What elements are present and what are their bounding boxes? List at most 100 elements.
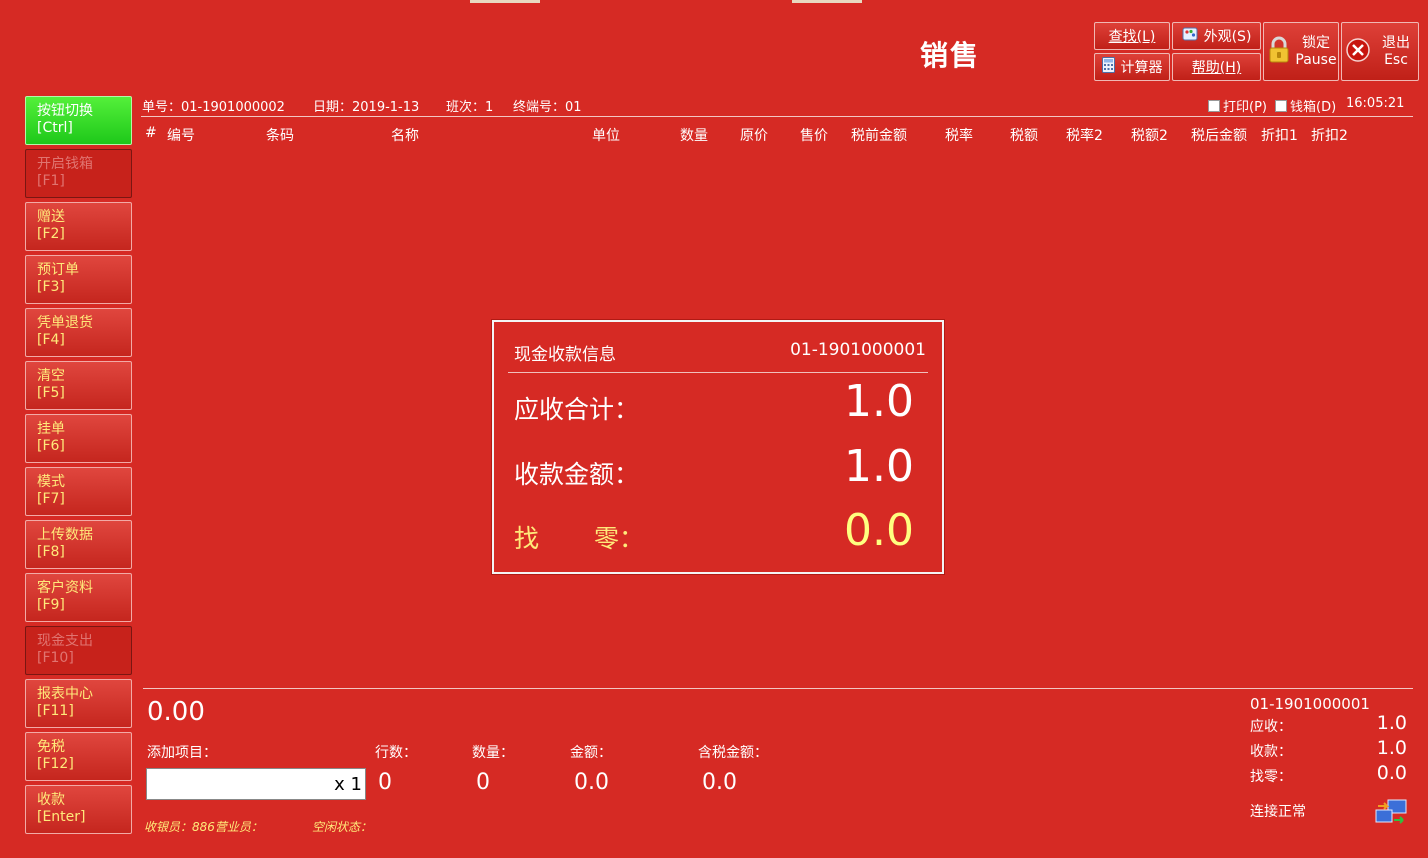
page-title: 销售 bbox=[920, 39, 981, 72]
column-header: 税前金额 bbox=[851, 128, 907, 144]
function-key-button[interactable]: 现金支出 [F10] bbox=[25, 626, 132, 675]
change-label-left: 找 bbox=[514, 524, 540, 553]
change-value: 0.0 bbox=[844, 505, 914, 556]
function-key-button[interactable]: 挂单 [F6] bbox=[25, 414, 132, 463]
rows-value: 0 bbox=[378, 770, 392, 795]
function-key-shortcut: [F9] bbox=[37, 597, 65, 613]
function-key-button[interactable]: 预订单 [F3] bbox=[25, 255, 132, 304]
function-key-button[interactable]: 上传数据 [F8] bbox=[25, 520, 132, 569]
help-button[interactable]: 帮助(H) bbox=[1172, 53, 1261, 81]
tax-amount-value: 0.0 bbox=[702, 770, 737, 795]
calculator-button[interactable]: 计算器 bbox=[1094, 53, 1170, 81]
function-key-button[interactable]: 客户资料 [F9] bbox=[25, 573, 132, 622]
receipt-due-value: 1.0 bbox=[1376, 712, 1407, 734]
column-header: 税额 bbox=[1010, 128, 1038, 144]
function-key-shortcut: [F2] bbox=[37, 226, 65, 242]
quantity-multiplier: x 1 bbox=[334, 774, 362, 795]
function-key-button[interactable]: 按钮切换 [Ctrl] bbox=[25, 96, 132, 145]
exit-button-label: 退出 bbox=[1382, 34, 1410, 51]
function-key-shortcut: [Enter] bbox=[37, 809, 86, 825]
print-checkbox-label: 打印(P) bbox=[1223, 100, 1267, 115]
cashbox-checkbox-box[interactable] bbox=[1275, 100, 1287, 112]
amount-due-value: 1.0 bbox=[844, 376, 914, 427]
tax-amount-label: 含税金额： bbox=[698, 745, 768, 761]
print-checkbox-box[interactable] bbox=[1208, 100, 1220, 112]
column-header: 原价 bbox=[740, 128, 768, 144]
quantity-label: 数量： bbox=[472, 745, 514, 761]
column-header: 税后金额 bbox=[1191, 128, 1247, 144]
add-item-label: 添加项目： bbox=[147, 745, 217, 761]
function-key-button[interactable]: 凭单退货 [F4] bbox=[25, 308, 132, 357]
column-header: 税率2 bbox=[1066, 128, 1103, 144]
lock-button-label: 锁定 bbox=[1302, 34, 1330, 51]
function-key-label: 开启钱箱 bbox=[37, 156, 93, 172]
amount-paid-value: 1.0 bbox=[844, 441, 914, 492]
function-key-label: 现金支出 bbox=[37, 633, 93, 649]
function-key-shortcut: [F11] bbox=[37, 703, 74, 719]
column-header: 数量 bbox=[680, 128, 708, 144]
add-item-input[interactable]: x 1 bbox=[146, 768, 366, 800]
header-divider bbox=[141, 116, 1413, 117]
function-key-label: 上传数据 bbox=[37, 527, 93, 543]
order-date: 日期：2019-1-13 bbox=[313, 100, 420, 115]
find-button-label: 查找(L) bbox=[1108, 29, 1156, 45]
top-decoration-right bbox=[792, 0, 862, 3]
idle-status: 空闲状态： bbox=[312, 820, 373, 834]
exit-button-key: Esc bbox=[1384, 51, 1408, 68]
function-key-shortcut: [F3] bbox=[37, 279, 65, 295]
find-button[interactable]: 查找(L) bbox=[1094, 22, 1170, 50]
top-decoration-left bbox=[470, 0, 540, 3]
column-header: 单位 bbox=[592, 128, 620, 144]
function-key-shortcut: [F12] bbox=[37, 756, 74, 772]
function-key-shortcut: [F10] bbox=[37, 650, 74, 666]
lock-icon bbox=[1268, 36, 1290, 68]
function-key-shortcut: [F1] bbox=[37, 173, 65, 189]
function-key-label: 按钮切换 bbox=[37, 103, 93, 119]
function-key-shortcut: [F4] bbox=[37, 332, 65, 348]
function-key-shortcut: [F8] bbox=[37, 544, 65, 560]
column-header: 税额2 bbox=[1131, 128, 1168, 144]
function-key-shortcut: [F7] bbox=[37, 491, 65, 507]
dialog-divider bbox=[508, 372, 928, 373]
cashbox-checkbox[interactable]: 钱箱(D) bbox=[1275, 96, 1336, 115]
rows-label: 行数： bbox=[375, 745, 417, 761]
amount-label: 金额： bbox=[570, 745, 612, 761]
network-icon bbox=[1374, 798, 1408, 832]
footer-divider bbox=[143, 688, 1413, 689]
function-key-label: 收款 bbox=[37, 792, 65, 808]
amount-due-label: 应收合计： bbox=[514, 395, 640, 424]
function-key-label: 挂单 bbox=[37, 421, 65, 437]
exit-icon bbox=[1346, 37, 1370, 66]
receipt-change-value: 0.0 bbox=[1376, 762, 1407, 784]
appearance-button-label: 外观(S) bbox=[1203, 29, 1252, 45]
amount-paid-label: 收款金额： bbox=[514, 460, 640, 489]
function-key-label: 模式 bbox=[37, 474, 65, 490]
function-key-button[interactable]: 模式 [F7] bbox=[25, 467, 132, 516]
function-key-shortcut: [F5] bbox=[37, 385, 65, 401]
column-header: 折扣1 bbox=[1261, 128, 1298, 144]
column-header: # bbox=[145, 125, 157, 141]
cashbox-checkbox-label: 钱箱(D) bbox=[1290, 100, 1337, 115]
function-key-button[interactable]: 免税 [F12] bbox=[25, 732, 132, 781]
dialog-title: 现金收款信息 bbox=[514, 345, 616, 365]
function-key-button[interactable]: 开启钱箱 [F1] bbox=[25, 149, 132, 198]
appearance-button[interactable]: 外观(S) bbox=[1172, 22, 1261, 50]
function-key-button[interactable]: 报表中心 [F11] bbox=[25, 679, 132, 728]
function-key-button[interactable]: 收款 [Enter] bbox=[25, 785, 132, 834]
shift-number: 班次：1 bbox=[446, 100, 494, 115]
order-number: 单号：01-1901000002 bbox=[142, 100, 285, 115]
receipt-paid-label: 收款： bbox=[1250, 744, 1292, 760]
column-header: 条码 bbox=[266, 128, 294, 144]
lock-button[interactable]: 锁定 Pause bbox=[1263, 22, 1339, 81]
calculator-icon bbox=[1101, 57, 1115, 77]
receipt-order-number: 01-1901000001 bbox=[1250, 695, 1370, 713]
function-key-button[interactable]: 赠送 [F2] bbox=[25, 202, 132, 251]
connection-status: 连接正常 bbox=[1250, 804, 1306, 820]
function-key-label: 免税 bbox=[37, 739, 65, 755]
function-key-label: 赠送 bbox=[37, 209, 65, 225]
cashier-status: 收银员：886营业员： bbox=[144, 820, 263, 834]
function-key-button[interactable]: 清空 [F5] bbox=[25, 361, 132, 410]
print-checkbox[interactable]: 打印(P) bbox=[1208, 96, 1267, 115]
exit-button[interactable]: 退出 Esc bbox=[1341, 22, 1419, 81]
column-header: 售价 bbox=[800, 128, 828, 144]
